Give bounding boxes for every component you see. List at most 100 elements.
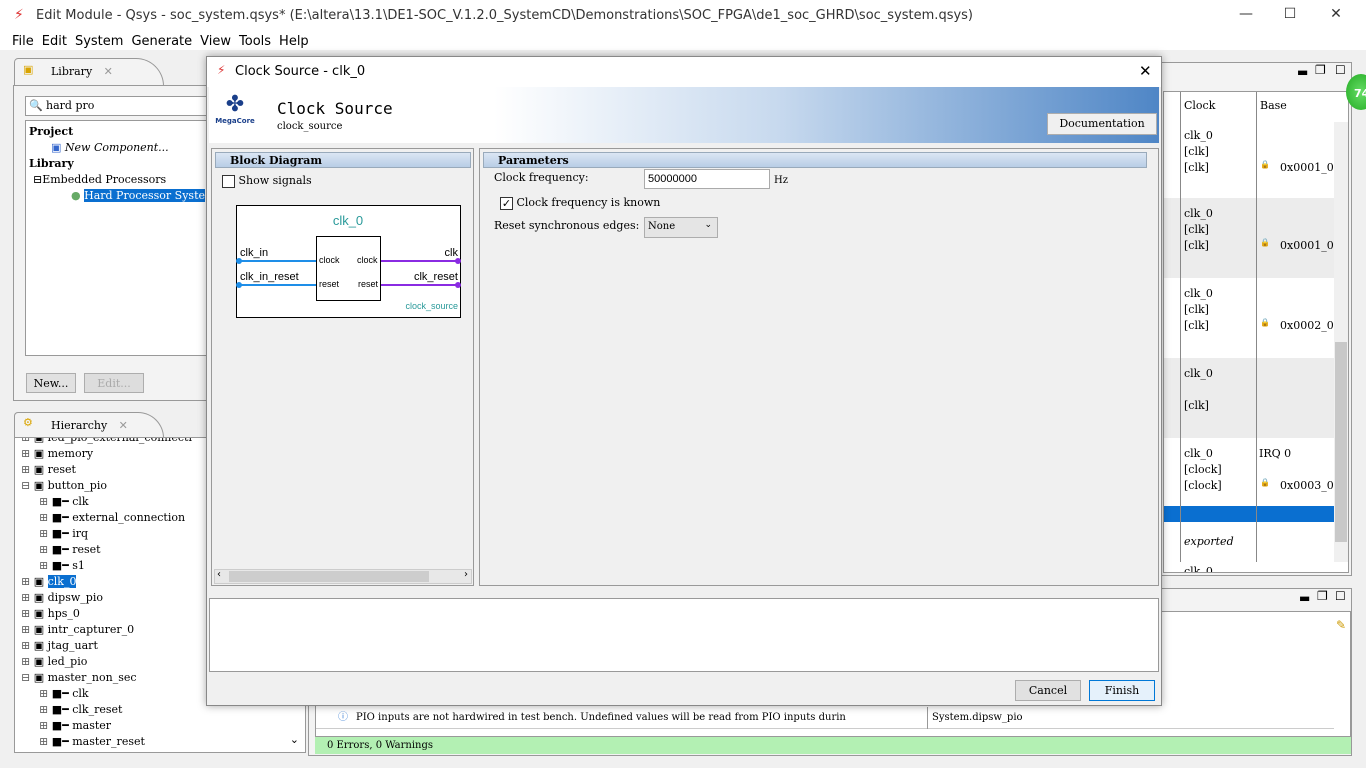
close-button[interactable]: ✕: [1326, 6, 1346, 22]
dot-icon: ●: [71, 189, 81, 202]
expand-icon[interactable]: ⊞: [39, 687, 52, 700]
detach-view-icon[interactable]: ❐: [1317, 589, 1328, 603]
col-header-base[interactable]: Base: [1260, 98, 1287, 114]
tab-library[interactable]: ▣ Library ✕: [14, 58, 164, 86]
vertical-scrollbar[interactable]: [1334, 122, 1348, 562]
hierarchy-item[interactable]: ⊞ ■━ clk: [39, 686, 89, 702]
maximize-button[interactable]: ☐: [1280, 6, 1300, 22]
expand-icon[interactable]: ⊞: [21, 623, 34, 636]
show-signals-checkbox[interactable]: Show signals: [222, 174, 312, 188]
clock-cell: clk_0: [1184, 447, 1213, 460]
clock-frequency-input[interactable]: 50000000: [644, 169, 770, 189]
expand-icon[interactable]: ⊞: [39, 703, 52, 716]
hierarchy-item[interactable]: ⊟ ▣ button_pio: [21, 478, 107, 494]
checkbox-box[interactable]: [222, 174, 235, 188]
hierarchy-item[interactable]: ⊟ ▣ master_non_sec: [21, 670, 137, 686]
library-search-input[interactable]: 🔍 hard pro: [25, 96, 215, 116]
category-embedded-processors[interactable]: ⊟Embedded Processors: [29, 172, 211, 188]
parameters-header[interactable]: Parameters: [483, 152, 1147, 168]
hierarchy-item[interactable]: ⊞ ■━ clk: [39, 494, 89, 510]
hierarchy-item[interactable]: ⊞ ▣ intr_capturer_0: [21, 622, 134, 638]
finish-button[interactable]: Finish: [1089, 680, 1155, 701]
system-table-row[interactable]: clk_0 [clk] [clk] 🔒 0x0002_00: [1164, 278, 1341, 358]
dialog-close-button[interactable]: ✕: [1139, 62, 1152, 80]
expand-icon[interactable]: ⊞: [39, 719, 52, 732]
edit-button[interactable]: Edit...: [84, 373, 144, 393]
hierarchy-item[interactable]: ⊞ ■━ master_reset: [39, 734, 145, 750]
reset-edges-select[interactable]: None ⌄: [644, 217, 718, 238]
message-row[interactable]: ⓘ PIO inputs are not hardwired in test be…: [316, 707, 1334, 729]
scroll-down-icon[interactable]: ⌄: [290, 732, 299, 748]
library-panel: 🔍 hard pro Project ▣ New Component... Lib…: [13, 85, 215, 401]
close-tab-icon[interactable]: ✕: [119, 419, 128, 432]
expand-icon[interactable]: ⊞: [21, 639, 34, 652]
system-table-row[interactable]: clk_0 [clk]: [1164, 358, 1334, 438]
system-table-row[interactable]: [1164, 506, 1334, 522]
hierarchy-item[interactable]: ⊞ ▣ hps_0: [21, 606, 80, 622]
expand-icon[interactable]: ⊟: [21, 671, 34, 684]
menu-edit[interactable]: Edit: [42, 34, 67, 49]
minimize-view-icon[interactable]: ▬: [1299, 591, 1310, 605]
expand-icon[interactable]: ⊞: [21, 463, 34, 476]
expand-icon[interactable]: ⊞: [21, 655, 34, 668]
expand-icon[interactable]: ⊞: [39, 735, 52, 748]
menu-view[interactable]: View: [200, 34, 231, 49]
cancel-button[interactable]: Cancel: [1015, 680, 1081, 701]
expand-icon[interactable]: ⊞: [21, 447, 34, 460]
hierarchy-item[interactable]: ⊞ ▣ led_pio: [21, 654, 87, 670]
expand-icon[interactable]: ⊞: [39, 511, 52, 524]
hierarchy-item[interactable]: ⊞ ■━ master: [39, 718, 111, 734]
module-icon: ▣: [33, 447, 48, 460]
expand-icon[interactable]: ⊞: [39, 527, 52, 540]
minimize-view-icon[interactable]: ▬: [1297, 65, 1308, 79]
new-button[interactable]: New...: [26, 373, 76, 393]
system-table-row[interactable]: clk_0 IRQ 0 [clock] [clock] 🔒 0x0003_00: [1164, 438, 1341, 506]
expand-icon[interactable]: ⊞: [21, 438, 34, 444]
hierarchy-item[interactable]: ⊞ ▣ dipsw_pio: [21, 590, 103, 606]
hierarchy-item[interactable]: ⊞ ▣ memory: [21, 446, 93, 462]
hierarchy-item[interactable]: ⊞ ■━ clk_reset: [39, 702, 122, 718]
expand-icon[interactable]: ⊟: [21, 479, 34, 492]
clock-frequency-known-checkbox[interactable]: ✓ Clock frequency is known: [500, 196, 660, 210]
hierarchy-item[interactable]: ⊞ ▣ jtag_uart: [21, 638, 98, 654]
expand-icon[interactable]: ⊞: [21, 575, 34, 588]
expand-icon[interactable]: ⊞: [39, 495, 52, 508]
menu-tools[interactable]: Tools: [239, 34, 271, 49]
hierarchy-item[interactable]: ⊞ ■━ irq: [39, 526, 88, 542]
maximize-view-icon[interactable]: ☐: [1335, 63, 1346, 77]
hierarchy-item[interactable]: ⊞ ■━ reset: [39, 542, 101, 558]
new-component-item[interactable]: ▣ New Component...: [29, 140, 211, 156]
menu-generate[interactable]: Generate: [131, 34, 192, 49]
documentation-button[interactable]: Documentation: [1047, 113, 1157, 135]
scrollbar-thumb[interactable]: [1335, 342, 1347, 542]
close-tab-icon[interactable]: ✕: [104, 65, 113, 78]
library-item-hps[interactable]: ● Hard Processor Syste: [29, 188, 211, 204]
detach-view-icon[interactable]: ❐: [1315, 63, 1326, 77]
col-header-clock[interactable]: Clock: [1184, 98, 1215, 114]
hierarchy-item[interactable]: ⊞ ▣ reset: [21, 462, 76, 478]
expand-icon[interactable]: ⊞: [39, 543, 52, 556]
module-icon: ▣: [33, 479, 48, 492]
hierarchy-item[interactable]: ⊞ ▣ clk_0: [21, 574, 77, 590]
hierarchy-item[interactable]: ⊞ ■━ s1: [39, 558, 85, 574]
checkmark-icon[interactable]: ✓: [500, 196, 513, 210]
hierarchy-item[interactable]: ⊞ ▣ led_pio_external_connecti: [21, 438, 192, 446]
clock-cell: clk_0: [1184, 207, 1213, 220]
item-label: master_non_sec: [47, 671, 137, 684]
minimize-button[interactable]: —: [1236, 6, 1256, 22]
menu-system[interactable]: System: [75, 34, 123, 49]
system-table-row[interactable]: clk_0 [clk] [clk] 🔒 0x0001_00: [1164, 120, 1341, 198]
expand-icon[interactable]: ⊞: [21, 591, 34, 604]
expand-icon[interactable]: ⊞: [21, 607, 34, 620]
menu-file[interactable]: File: [12, 34, 34, 49]
system-table-row[interactable]: clk_0 [clk] [clk] 🔒 0x0001_00: [1164, 198, 1341, 278]
filter-icon[interactable]: ✎: [1336, 618, 1346, 632]
block-diagram-header[interactable]: Block Diagram: [215, 152, 471, 168]
expand-icon[interactable]: ⊞: [39, 559, 52, 572]
hierarchy-item[interactable]: ⊞ ■━ external_connection: [39, 510, 185, 526]
menu-help[interactable]: Help: [279, 34, 309, 49]
system-table-row[interactable]: exported clk_0: [1164, 526, 1334, 572]
maximize-view-icon[interactable]: ☐: [1335, 589, 1346, 603]
tab-hierarchy[interactable]: ⚙ Hierarchy ✕: [14, 412, 164, 438]
horizontal-scrollbar[interactable]: ‹ ›: [214, 569, 472, 584]
